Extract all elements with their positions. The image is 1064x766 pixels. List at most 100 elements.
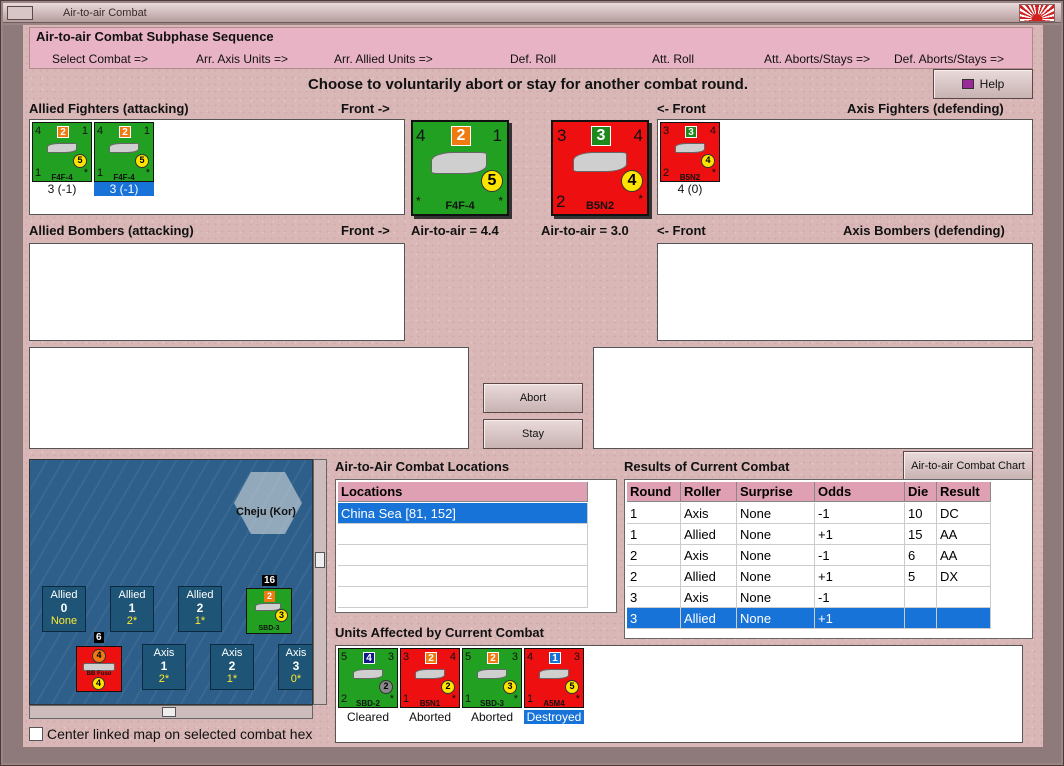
- book-icon: [961, 79, 974, 89]
- results-cell: [905, 587, 937, 608]
- help-button[interactable]: Help: [933, 69, 1033, 99]
- affected-unit-status: Aborted: [470, 710, 514, 724]
- center-map-label: Center linked map on selected combat hex: [47, 726, 313, 742]
- front-label-allied: Front ->: [341, 101, 390, 116]
- results-cell: DX: [937, 566, 991, 587]
- step-arr-axis: Arr. Axis Units =>: [196, 52, 289, 66]
- fighter-plane-icon: [47, 143, 77, 153]
- results-cell: +1: [815, 566, 905, 587]
- results-cell: [905, 608, 937, 629]
- allied-track-2: Allied 2 1*: [178, 586, 222, 632]
- instruction-text: Choose to voluntarily abort or stay for …: [307, 76, 749, 93]
- results-cell: None: [737, 566, 815, 587]
- allied-fighters-label: Allied Fighters (attacking): [29, 101, 189, 116]
- center-map-checkbox[interactable]: [29, 727, 43, 741]
- allied-fighters-box[interactable]: 4 2 1 5 1 * F4F-4 3 (-1) 4 2 1 5 1 * F4F…: [29, 119, 405, 215]
- combat-map[interactable]: Cheju (Kor) Allied 0 None Allied 1 2* Al…: [29, 459, 313, 705]
- plane-icon: [353, 669, 383, 679]
- active-axis-counter[interactable]: 3 3 4 4 2 * B5N2: [551, 120, 649, 216]
- location-row[interactable]: [338, 566, 588, 587]
- affected-unit-counter[interactable]: 5 2 3 3 1 * SBD-3: [462, 648, 522, 708]
- allied-track-0: Allied 0 None: [42, 586, 86, 632]
- fighter-plane-icon: [431, 152, 487, 174]
- step-select-combat: Select Combat =>: [52, 52, 149, 66]
- air-to-air-combat-chart-button[interactable]: Air-to-air Combat Chart: [903, 451, 1033, 481]
- right-border: [1041, 25, 1061, 747]
- location-row-selected[interactable]: China Sea [81, 152]: [338, 503, 588, 524]
- results-table: Round Roller Surprise Odds Die Result 1 Axis Non…: [624, 479, 1033, 639]
- results-cell: 6: [905, 545, 937, 566]
- results-cell: [937, 608, 991, 629]
- results-cell: None: [737, 587, 815, 608]
- results-cell: Axis: [681, 503, 737, 524]
- location-row[interactable]: [338, 524, 588, 545]
- vertical-scroll-thumb[interactable]: [315, 552, 325, 568]
- results-title: Results of Current Combat: [624, 459, 790, 474]
- allied-fighter-caption: 3 (-1): [47, 182, 77, 196]
- results-cell: 10: [905, 503, 937, 524]
- title-bar: Air-to-air Combat: [3, 3, 1061, 23]
- results-cell: None: [737, 503, 815, 524]
- window-title: Air-to-air Combat: [63, 7, 147, 19]
- step-att-aborts: Att. Aborts/Stays =>: [764, 52, 871, 66]
- affected-unit-counter[interactable]: 4 1 3 5 1 * A5M4: [524, 648, 584, 708]
- stay-button[interactable]: Stay: [483, 419, 583, 449]
- map-horizontal-scrollbar[interactable]: [29, 705, 313, 719]
- front-label-axis: <- Front: [657, 101, 706, 116]
- axis-bombers-box[interactable]: [657, 243, 1033, 341]
- affected-unit-status: Destroyed: [524, 710, 584, 724]
- results-header-5: Result: [937, 482, 991, 502]
- results-cell: AA: [937, 524, 991, 545]
- allied-track-1: Allied 1 2*: [110, 586, 154, 632]
- axis-track-3: Axis 3 0*: [278, 644, 312, 690]
- affected-unit-counter[interactable]: 3 2 4 2 1 * B5N1: [400, 648, 460, 708]
- location-row[interactable]: [338, 587, 588, 608]
- axis-map-stack[interactable]: 4 BB Fuso 4: [76, 646, 122, 692]
- affected-units-box: 5 4 3 2 2 * SBD-2 Cleared 3 2 4 2 1 * B5N1 Aborted 5 2 3 3 1…: [335, 645, 1023, 743]
- results-cell: 1: [627, 503, 681, 524]
- front-label-allied-bombers: Front ->: [341, 223, 390, 238]
- locations-header: Locations: [338, 482, 588, 502]
- step-arr-allied: Arr. Allied Units =>: [334, 52, 433, 66]
- bomber-plane-icon: [573, 152, 627, 172]
- affected-title: Units Affected by Current Combat: [335, 625, 544, 640]
- results-header-4: Die: [905, 482, 937, 502]
- axis-info-box: [593, 347, 1033, 449]
- results-header-2: Surprise: [737, 482, 815, 502]
- results-cell: None: [737, 545, 815, 566]
- axis-bombers-label: Axis Bombers (defending): [843, 223, 1005, 238]
- results-cell: +1: [815, 524, 905, 545]
- plane-icon: [539, 669, 569, 679]
- system-menu-button[interactable]: [7, 6, 33, 20]
- front-label-axis-bombers: <- Front: [657, 223, 706, 238]
- results-cell: 5: [905, 566, 937, 587]
- axis-air-to-air-value: Air-to-air = 3.0: [541, 223, 629, 238]
- horizontal-scroll-thumb[interactable]: [162, 707, 176, 717]
- results-cell: -1: [815, 545, 905, 566]
- allied-fighter-caption-selected: 3 (-1): [94, 182, 154, 196]
- plane-icon: [415, 669, 445, 679]
- allied-fighter-counter[interactable]: 4 2 1 5 1 * F4F-4: [94, 122, 154, 182]
- axis-fighter-counter[interactable]: 3 3 4 4 2 * B5N2: [660, 122, 720, 182]
- results-header-1: Roller: [681, 482, 737, 502]
- abort-button[interactable]: Abort: [483, 383, 583, 413]
- axis-fighters-label: Axis Fighters (defending): [847, 101, 1004, 116]
- affected-unit-counter[interactable]: 5 4 3 2 2 * SBD-2: [338, 648, 398, 708]
- step-def-roll: Def. Roll: [510, 52, 557, 66]
- axis-track-1: Axis 1 2*: [142, 644, 186, 690]
- locations-list[interactable]: Locations China Sea [81, 152]: [335, 479, 617, 613]
- allied-air-to-air-value: Air-to-air = 4.4: [411, 223, 499, 238]
- affected-unit-status: Cleared: [346, 710, 390, 724]
- results-cell: 1: [627, 524, 681, 545]
- map-vertical-scrollbar[interactable]: [313, 459, 327, 705]
- axis-track-2: Axis 2 1*: [210, 644, 254, 690]
- location-row[interactable]: [338, 545, 588, 566]
- bomber-plane-icon: [675, 143, 705, 153]
- allied-map-stack[interactable]: 2 3 SBD-3: [246, 588, 292, 634]
- allied-fighter-counter[interactable]: 4 2 1 5 1 * F4F-4: [32, 122, 92, 182]
- rising-sun-flag-icon: [1019, 4, 1055, 22]
- active-allied-counter[interactable]: 4 2 1 5 * * F4F-4: [411, 120, 509, 216]
- allied-bombers-box[interactable]: [29, 243, 405, 341]
- axis-fighters-box[interactable]: 3 3 4 4 2 * B5N2 4 (0): [657, 119, 1033, 215]
- results-cell: 3: [627, 587, 681, 608]
